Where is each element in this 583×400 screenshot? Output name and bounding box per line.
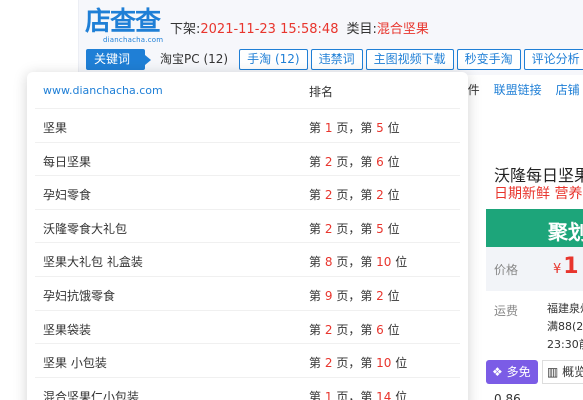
price-value: ¥1 [553, 254, 579, 279]
rank-text: 第 1 页，第 5 位 [309, 121, 400, 135]
list-item[interactable]: 坚果 第 1 页，第 5 位 [35, 108, 460, 142]
keyword-text: 坚果 小包装 [43, 356, 107, 371]
rank-text: 第 8 页，第 10 位 [309, 255, 408, 270]
tab-mobile-taobao[interactable]: 手淘 (12) [239, 49, 308, 70]
keyword-text: 坚果袋装 [43, 322, 92, 337]
keyword-text: 混合坚果仁小包装 [43, 389, 140, 400]
tab-banned-words[interactable]: 违禁词 [310, 49, 363, 70]
shipping-info: 福建泉州 满88(20 23:30前 [547, 302, 583, 351]
logo-domain: dianchacha.com [103, 36, 164, 44]
keyword-text: 每日坚果 [43, 154, 92, 169]
popup-header: www.dianchacha.com 排名 [27, 72, 468, 108]
category-label: 类目: [346, 22, 377, 37]
keyword-rank-popup: www.dianchacha.com 排名 坚果第 1 页，第 5 位每日坚果第… [27, 72, 468, 400]
rank-list: 坚果第 1 页，第 5 位每日坚果第 2 页，第 6 位孕妇零食第 2 页，第 … [27, 108, 468, 400]
tag-icon: ❖ [492, 365, 503, 379]
site-link[interactable]: www.dianchacha.com [43, 84, 163, 97]
item-meta: 下架:2021-11-23 15:58:48 类目:混合坚果 [170, 18, 429, 37]
logo-mark: 店查查 [85, 7, 161, 37]
list-item[interactable]: 坚果 小包装 第 2 页，第 10 位 [35, 343, 460, 377]
keyword-text: 孕妇抗饿零食 [43, 288, 116, 303]
list-item[interactable]: 沃隆零食大礼包 第 2 页，第 5 位 [35, 208, 460, 243]
listing-time: 2021-11-23 15:58:48 [200, 22, 339, 37]
keyword-text: 坚果 [43, 121, 68, 135]
list-item[interactable]: 混合坚果仁小包装 第 1 页，第 14 位 [35, 376, 460, 400]
price-label: 价格 [494, 263, 519, 277]
rank-text: 第 2 页，第 6 位 [309, 154, 400, 169]
listing-label: 下架: [170, 22, 201, 37]
rank-text: 第 2 页，第 10 位 [309, 356, 408, 371]
shop-link[interactable]: 店铺 [556, 83, 580, 97]
list-item[interactable]: 每日坚果 第 2 页，第 6 位 [35, 141, 460, 176]
tab-keywords[interactable]: 关键词 [86, 49, 152, 70]
promo-text: 聚划 [548, 220, 583, 244]
free-shipping-badge[interactable]: ❖ 多免 [486, 360, 538, 384]
rank-text: 第 1 页，第 14 位 [309, 389, 408, 400]
chart-icon: ▥ [547, 365, 559, 379]
rank-column-header: 排名 [309, 85, 334, 99]
list-item[interactable]: 孕妇抗饿零食 第 9 页，第 2 位 [35, 275, 460, 310]
list-item[interactable]: 坚果大礼包 礼盒装 第 8 页，第 10 位 [35, 242, 460, 276]
function-tabs: 关键词 淘宝PC (12) 手淘 (12) 违禁词 主图视频下载 秒变手淘 评论分析 [86, 49, 583, 71]
rank-text: 第 2 页，第 5 位 [309, 221, 400, 236]
overview-button[interactable]: ▥ 概览 [542, 360, 583, 384]
tab-taobao-pc[interactable]: 淘宝PC (12) [148, 49, 236, 70]
tab-video-download[interactable]: 主图视频下载 [365, 49, 454, 70]
tab-review-analysis[interactable]: 评论分析 [523, 49, 583, 70]
category-value[interactable]: 混合坚果 [377, 22, 429, 37]
rank-text: 第 9 页，第 2 位 [309, 288, 400, 303]
list-item[interactable]: 孕妇零食 第 2 页，第 2 位 [35, 175, 460, 209]
shop-links: 4件 联盟链接 店铺 [460, 81, 583, 98]
product-subtitle: 日期新鲜 营养搭 [494, 186, 583, 202]
keyword-text: 坚果大礼包 礼盒装 [43, 255, 143, 270]
tab-to-mobile[interactable]: 秒变手淘 [456, 49, 521, 70]
rank-text: 第 2 页，第 2 位 [309, 188, 400, 203]
keyword-text: 孕妇零食 [43, 188, 92, 203]
logo[interactable]: 店查查 dianchacha.com [85, 7, 164, 44]
bottom-value: 0.86 [494, 392, 521, 400]
list-item[interactable]: 坚果袋装 第 2 页，第 6 位 [35, 309, 460, 344]
keyword-text: 沃隆零食大礼包 [43, 221, 128, 236]
affiliate-link[interactable]: 联盟链接 [494, 83, 542, 97]
shipping-label: 运费 [494, 304, 519, 318]
rank-text: 第 2 页，第 6 位 [309, 322, 400, 337]
